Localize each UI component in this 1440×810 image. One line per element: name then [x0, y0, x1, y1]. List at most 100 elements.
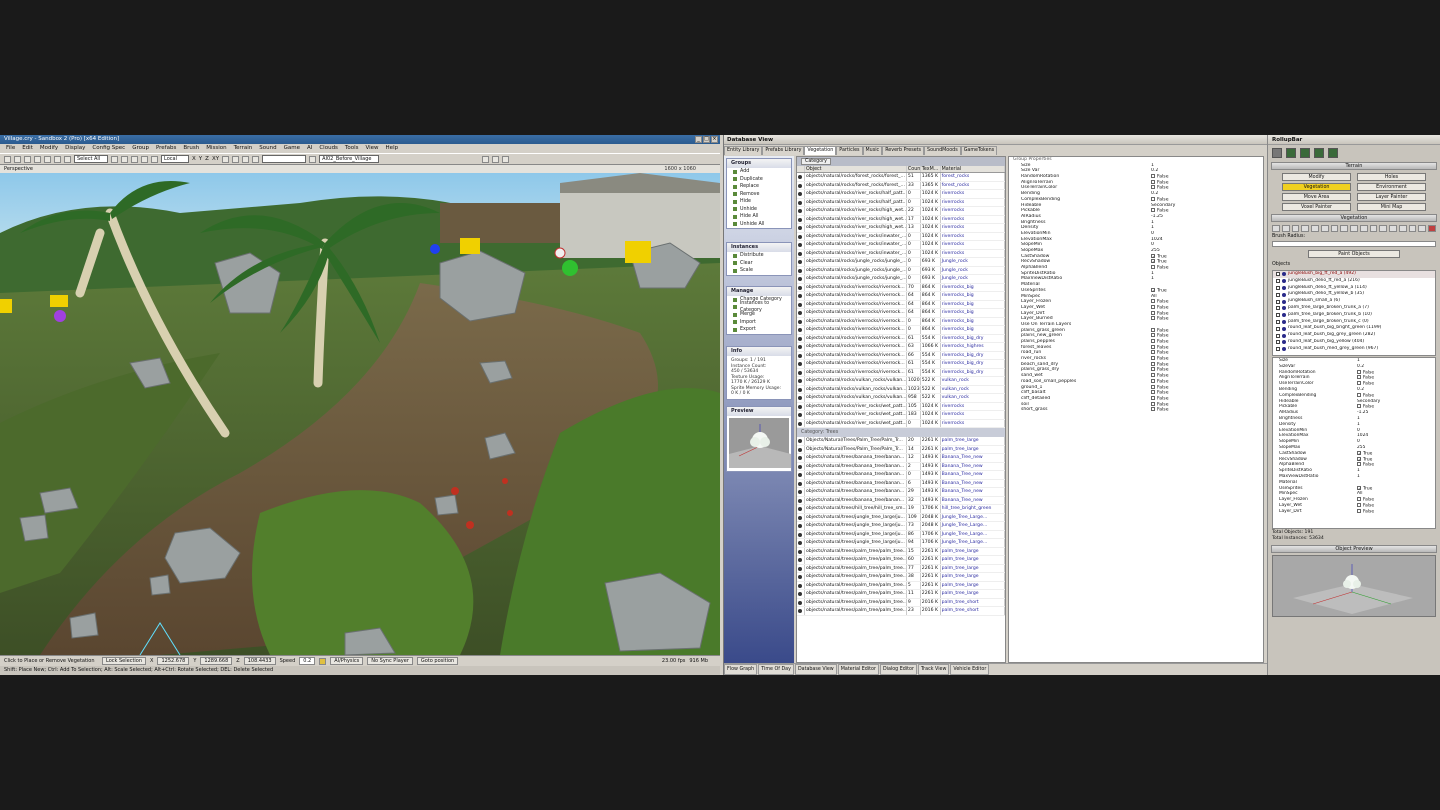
bottom-tab-flow-graph[interactable]: Flow Graph	[724, 664, 758, 675]
coordinate-system-combo[interactable]: Local	[161, 155, 189, 163]
column-header-object[interactable]: Object	[805, 166, 907, 172]
table-row[interactable]: objects/natural/trees/banana_tree/banan.…	[797, 471, 1005, 480]
checkbox[interactable]	[1357, 392, 1361, 397]
checkbox[interactable]	[1151, 407, 1155, 412]
select-icon[interactable]	[111, 155, 118, 163]
visibility-icon[interactable]	[797, 249, 805, 257]
visibility-icon[interactable]	[797, 522, 805, 530]
menu-item-prefabs[interactable]: Prefabs	[156, 144, 176, 153]
table-row[interactable]: objects/natural/trees/palm_tree/palm_tre…	[797, 573, 1005, 582]
manage-action-instances-to-category[interactable]: Instances to Category	[727, 301, 791, 313]
checkbox[interactable]: ✓	[1357, 450, 1361, 455]
move-area-button[interactable]: Move Area	[1282, 193, 1351, 201]
table-row[interactable]: objects/natural/trees/banana_tree/banan.…	[797, 488, 1005, 497]
instances-action-distribute[interactable]: Distribute	[727, 252, 791, 260]
physics-icon[interactable]	[482, 155, 490, 163]
checkbox[interactable]	[1357, 462, 1361, 467]
angle-snap-icon[interactable]	[242, 155, 250, 163]
table-row[interactable]: objects/natural/rocks/river_rocks/high_w…	[797, 207, 1005, 216]
menu-item-config-spec[interactable]: Config Spec	[92, 144, 125, 153]
tab-prefabs-library[interactable]: Prefabs Library	[762, 146, 805, 155]
table-row[interactable]: objects/natural/rocks/river_rocks/half_p…	[797, 198, 1005, 207]
object-list-item[interactable]: jungleBush_big_ft_red_a (492)	[1273, 271, 1435, 278]
visibility-icon[interactable]	[797, 275, 805, 283]
checkbox[interactable]	[1151, 395, 1155, 400]
object-checkbox[interactable]	[1276, 313, 1280, 318]
table-row[interactable]: objects/natural/rocks/riverrocks/riverro…	[797, 317, 1005, 326]
viewport-label[interactable]: Perspective	[4, 166, 33, 172]
visibility-icon[interactable]	[797, 539, 805, 547]
manage-action-import[interactable]: Import	[727, 319, 791, 327]
object-list-item[interactable]: palm_tree_large_broken_trunk_a (7)	[1273, 305, 1435, 312]
visibility-icon[interactable]	[797, 394, 805, 402]
table-row[interactable]: objects/natural/rocks/riverrocks/riverro…	[797, 300, 1005, 309]
visibility-icon[interactable]	[797, 181, 805, 189]
checkbox[interactable]	[1151, 174, 1155, 179]
checkbox[interactable]	[1357, 381, 1361, 386]
column-header-count[interactable]: Count	[907, 166, 921, 172]
checkbox[interactable]	[1151, 304, 1155, 309]
modify-button[interactable]: Modify	[1282, 173, 1351, 181]
table-row[interactable]: objects/natural/trees/palm_tree/palm_tre…	[797, 607, 1005, 616]
bottom-tab-database-view[interactable]: Database View	[794, 664, 837, 675]
modeling-tab-icon[interactable]	[1300, 148, 1310, 158]
table-row[interactable]: objects/natural/trees/banana_tree/banan.…	[797, 454, 1005, 463]
checkbox[interactable]	[1151, 310, 1155, 315]
z-coordinate[interactable]: 108.4433	[243, 657, 276, 665]
new-icon[interactable]	[4, 155, 11, 163]
table-row[interactable]: objects/natural/rocks/river_rocks/high_w…	[797, 224, 1005, 233]
object-list-item[interactable]: round_leaf_bush_big_grey_green (282)	[1273, 332, 1435, 339]
selection-set-combo[interactable]	[262, 155, 307, 163]
visibility-icon[interactable]	[797, 471, 805, 479]
axis-z-button[interactable]: Z	[205, 156, 209, 162]
groups-action-hide[interactable]: Hide	[727, 198, 791, 206]
groups-action-hide-all[interactable]: Hide All	[727, 213, 791, 221]
groups-action-remove[interactable]: Remove	[727, 191, 791, 199]
ruler-icon[interactable]	[252, 155, 260, 163]
checkbox[interactable]	[1151, 265, 1155, 270]
table-row[interactable]: objects/natural/rocks/riverrocks/riverro…	[797, 343, 1005, 352]
checkbox[interactable]	[1151, 356, 1155, 361]
layer-painter-button[interactable]: Layer Painter	[1357, 193, 1426, 201]
table-row[interactable]: objects/natural/trees/banana_tree/banan.…	[797, 462, 1005, 471]
table-row[interactable]: objects/natural/trees/banana_tree/banan.…	[797, 479, 1005, 488]
visibility-icon[interactable]	[797, 326, 805, 334]
manage-action-export[interactable]: Export	[727, 326, 791, 334]
table-row[interactable]: objects/natural/rocks/vulkan_rocks/vulka…	[797, 385, 1005, 394]
object-list-item[interactable]: jungleBush_small_a (6)	[1273, 298, 1435, 305]
table-row[interactable]: objects/natural/trees/palm_tree/palm_tre…	[797, 556, 1005, 565]
visibility-icon[interactable]	[797, 215, 805, 223]
visibility-icon[interactable]	[797, 530, 805, 538]
axis-y-button[interactable]: Y	[199, 156, 202, 162]
visibility-icon[interactable]	[797, 581, 805, 589]
visibility-icon[interactable]	[797, 445, 805, 453]
object-checkbox[interactable]	[1276, 326, 1280, 331]
redo-icon[interactable]	[44, 155, 51, 163]
property-value[interactable]: False	[1357, 508, 1427, 515]
game-icon[interactable]	[502, 155, 510, 163]
no-sync-player-button[interactable]: No Sync Player	[367, 657, 413, 665]
y-coordinate[interactable]: 1289.668	[200, 657, 233, 665]
visibility-icon[interactable]	[797, 292, 805, 300]
checkbox[interactable]	[1151, 344, 1155, 349]
object-checkbox[interactable]	[1276, 299, 1280, 304]
brush-radius-slider[interactable]	[1272, 241, 1436, 247]
scale-icon-btn[interactable]	[1350, 225, 1358, 232]
visibility-icon[interactable]	[797, 360, 805, 368]
selection-filter-combo[interactable]: Select All	[74, 155, 108, 163]
import-icon[interactable]	[1359, 225, 1368, 232]
checkbox[interactable]	[1151, 196, 1155, 201]
groups-action-replace[interactable]: Replace	[727, 183, 791, 191]
checkbox[interactable]	[1151, 208, 1155, 213]
table-row[interactable]: objects/natural/rocks/riverrocks/riverro…	[797, 309, 1005, 318]
checkbox[interactable]	[1357, 369, 1361, 374]
table-row[interactable]: objects/natural/trees/palm_tree/palm_tre…	[797, 547, 1005, 556]
visibility-icon[interactable]	[797, 385, 805, 393]
hide-icon[interactable]	[1311, 225, 1319, 232]
visibility-icon[interactable]	[797, 488, 805, 496]
unlink-icon[interactable]	[64, 155, 71, 163]
tab-vegetation[interactable]: Vegetation	[804, 146, 837, 155]
menu-item-help[interactable]: Help	[386, 144, 399, 153]
table-row[interactable]: objects/natural/rocks/river_rocks/half_p…	[797, 190, 1005, 199]
table-row[interactable]: objects/natural/rocks/river_rocks/inwate…	[797, 241, 1005, 250]
